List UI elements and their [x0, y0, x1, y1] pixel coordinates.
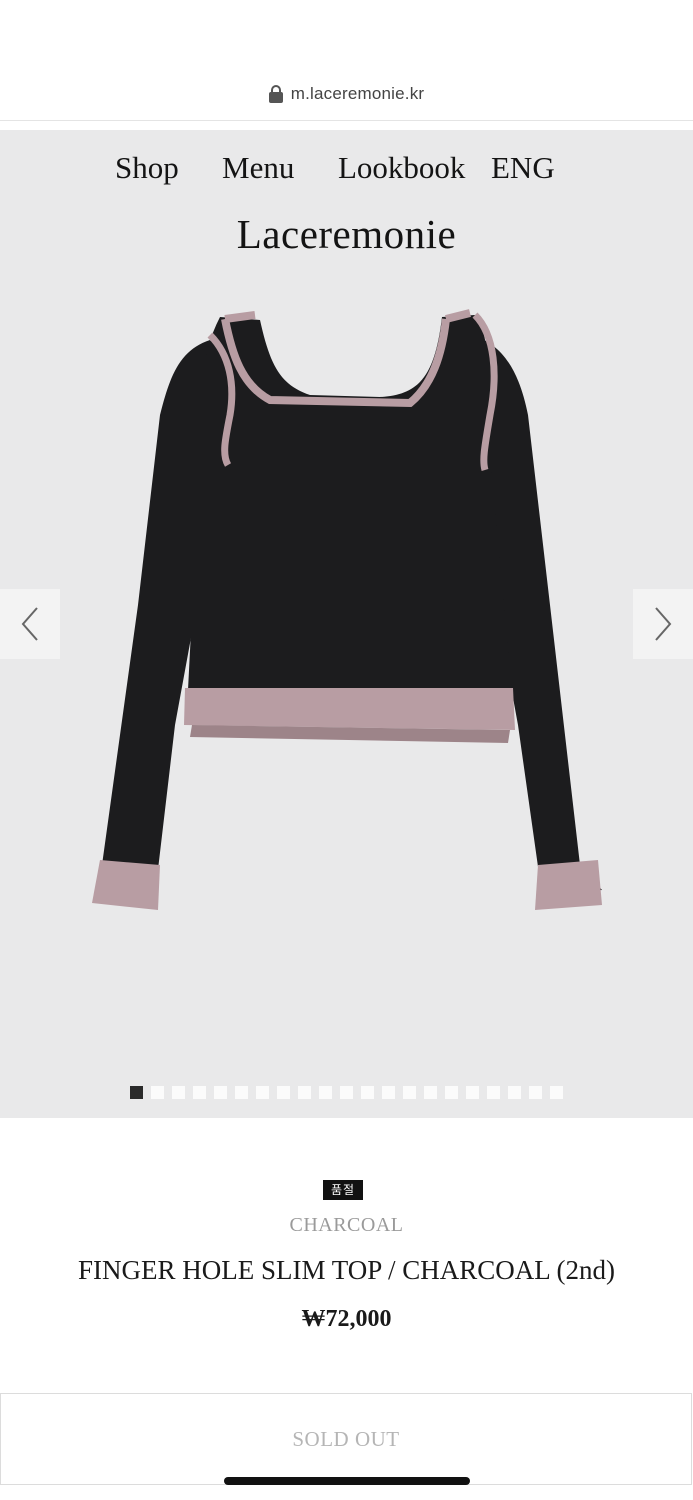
gallery-dot[interactable] — [193, 1086, 206, 1099]
nav-shop[interactable]: Shop — [115, 150, 179, 186]
gallery-dot[interactable] — [235, 1086, 248, 1099]
soldout-button[interactable]: SOLD OUT — [0, 1393, 692, 1485]
brand-logo[interactable]: Laceremonie — [0, 210, 693, 258]
gallery-dot[interactable] — [445, 1086, 458, 1099]
gallery-dot[interactable] — [403, 1086, 416, 1099]
gallery-dot[interactable] — [214, 1086, 227, 1099]
soldout-badge: 품절 — [323, 1180, 363, 1200]
lock-icon — [268, 85, 283, 103]
gallery-dot[interactable] — [277, 1086, 290, 1099]
gallery-dot[interactable] — [256, 1086, 269, 1099]
soldout-label: SOLD OUT — [292, 1426, 400, 1451]
gallery-dot[interactable] — [487, 1086, 500, 1099]
product-title: FINGER HOLE SLIM TOP / CHARCOAL (2nd) — [77, 1255, 616, 1285]
gallery-dot[interactable] — [151, 1086, 164, 1099]
nav-lookbook[interactable]: Lookbook — [338, 150, 465, 186]
product-image — [92, 309, 602, 910]
nav-menu[interactable]: Menu — [222, 150, 294, 186]
gallery-dot[interactable] — [319, 1086, 332, 1099]
next-image-button[interactable] — [633, 589, 693, 659]
previous-image-button[interactable] — [0, 589, 60, 659]
product-info: 품절 CHARCOAL FINGER HOLE SLIM TOP / CHARC… — [0, 1118, 693, 1393]
gallery-dot[interactable] — [340, 1086, 353, 1099]
gallery-dot[interactable] — [550, 1086, 563, 1099]
chevron-left-icon — [21, 607, 38, 641]
nav-language[interactable]: ENG — [491, 150, 555, 186]
gallery-dot[interactable] — [424, 1086, 437, 1099]
gallery-pagination — [0, 1086, 693, 1100]
gallery-dot[interactable] — [466, 1086, 479, 1099]
gallery-dot[interactable] — [298, 1086, 311, 1099]
product-page: m.laceremonie.kr Shop Menu Lookbook ENG … — [0, 0, 693, 1500]
browser-address-bar[interactable]: m.laceremonie.kr — [0, 0, 693, 121]
product-price: ₩72,000 — [301, 1306, 392, 1332]
home-indicator[interactable] — [224, 1477, 470, 1485]
top-nav: Shop Menu Lookbook ENG — [0, 150, 693, 190]
gallery-dot[interactable] — [361, 1086, 374, 1099]
chevron-right-icon — [655, 607, 672, 641]
gallery-dot[interactable] — [382, 1086, 395, 1099]
gallery-dot[interactable] — [172, 1086, 185, 1099]
url-display[interactable]: m.laceremonie.kr — [0, 80, 693, 108]
product-gallery: Shop Menu Lookbook ENG Laceremonie — [0, 130, 693, 1118]
product-color: CHARCOAL — [289, 1214, 404, 1236]
gallery-dot[interactable] — [130, 1086, 143, 1099]
gallery-dot[interactable] — [508, 1086, 521, 1099]
url-text: m.laceremonie.kr — [290, 84, 425, 103]
gallery-dot[interactable] — [529, 1086, 542, 1099]
